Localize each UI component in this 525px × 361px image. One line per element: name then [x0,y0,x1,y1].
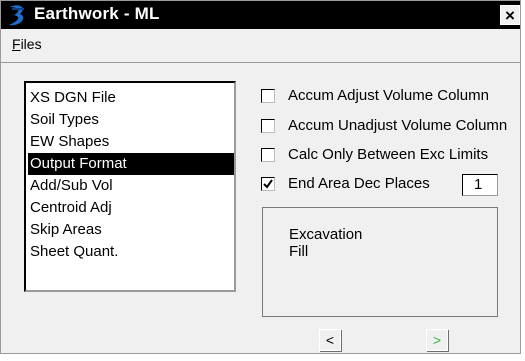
accum-adjust-label: Accum Adjust Volume Column [288,87,489,104]
menu-bar: Files [1,29,520,63]
list-item-centroid-adj[interactable]: Centroid Adj [28,197,234,219]
accum-unadjust-checkbox[interactable] [261,119,275,133]
list-item-sheet-quant[interactable]: Sheet Quant. [28,241,234,263]
calc-limits-checkbox[interactable] [261,148,275,162]
earthwork-window: Earthwork - ML × Files XS DGN File Soil … [0,0,521,354]
dec-places-field[interactable]: 1 [462,174,498,196]
checkmark-icon [263,179,273,189]
list-item-skip-areas[interactable]: Skip Areas [28,219,234,241]
end-area-dec-label: End Area Dec Places [288,175,430,192]
title-bar[interactable]: Earthwork - ML × [1,1,520,29]
menu-files[interactable]: Files [12,36,42,52]
end-area-dec-checkbox[interactable] [261,177,275,191]
list-item-xs-dgn-file[interactable]: XS DGN File [28,87,234,109]
category-list[interactable]: XS DGN File Soil Types EW Shapes Output … [24,81,236,292]
list-item-output-format[interactable]: Output Format [28,153,234,175]
files-label-rest: iles [20,36,42,52]
list-item-add-sub-vol[interactable]: Add/Sub Vol [28,175,234,197]
list-item-soil-types[interactable]: Soil Types [28,109,234,131]
window-title: Earthwork - ML [34,4,160,23]
preview-line-excavation: Excavation [289,226,363,243]
accum-unadjust-label: Accum Unadjust Volume Column [288,117,508,134]
list-item-ew-shapes[interactable]: EW Shapes [28,131,234,153]
files-mnemonic: F [12,36,21,52]
output-preview-box: Excavation Fill [262,207,498,317]
geopak-logo-icon [9,5,24,26]
close-button[interactable]: × [500,5,520,25]
accum-adjust-checkbox[interactable] [261,89,275,103]
next-button[interactable]: > [426,329,448,351]
calc-limits-label: Calc Only Between Exc Limits [288,146,489,163]
prev-button[interactable]: < [319,329,341,351]
preview-line-fill: Fill [289,243,309,260]
